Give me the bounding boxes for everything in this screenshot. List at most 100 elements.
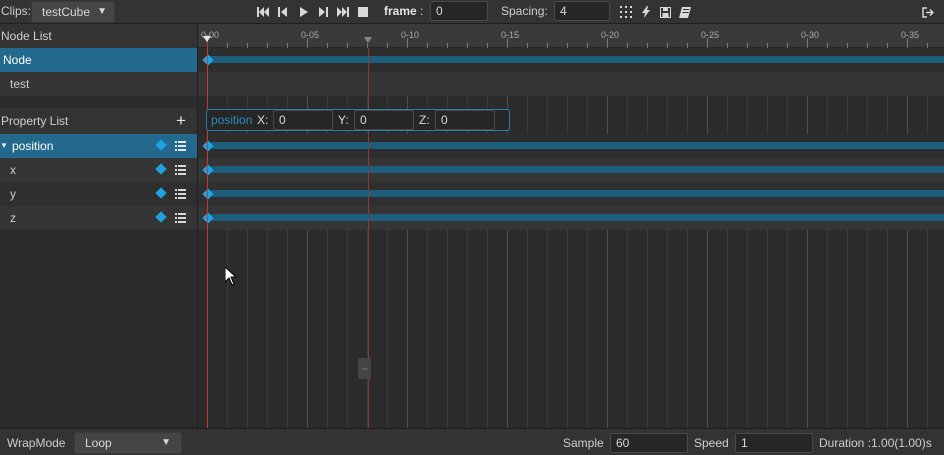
- clip-select[interactable]: testCube ▼: [31, 1, 115, 23]
- property-item-label: z: [10, 211, 16, 225]
- node-item-test[interactable]: test: [0, 72, 197, 96]
- mouse-cursor-icon: [225, 267, 237, 286]
- grid-line: [647, 48, 648, 428]
- wrapmode-value: Loop: [85, 436, 112, 450]
- ruler-tick-label: 0-25: [701, 30, 720, 40]
- floppy-disk-icon: [659, 6, 671, 18]
- y-value-input[interactable]: 0: [354, 110, 414, 130]
- track-y[interactable]: [198, 182, 944, 206]
- book-button[interactable]: [678, 5, 692, 19]
- grid-line: [667, 48, 668, 428]
- keyframe-diamond-icon[interactable]: [155, 163, 167, 175]
- track-bar: [208, 214, 944, 221]
- list-icon[interactable]: [175, 165, 186, 175]
- spacing-label: Spacing:: [501, 4, 548, 18]
- track-test[interactable]: [198, 72, 944, 96]
- grid-line: [427, 48, 428, 428]
- timeline[interactable]: 0-00 0-05 0-10 0-15 0-20 0-25 0-30 0-35 ⇔: [198, 24, 944, 428]
- x-label: X:: [257, 113, 269, 127]
- property-list-title: Property List: [1, 114, 69, 128]
- grid-line: [607, 48, 608, 428]
- grid-line: [847, 48, 848, 428]
- end-marker-handle-icon[interactable]: [364, 37, 372, 43]
- property-item-y[interactable]: y: [0, 182, 197, 206]
- grid-line: [547, 48, 548, 428]
- grid-line: [387, 48, 388, 428]
- grid-line: [887, 48, 888, 428]
- z-value-input[interactable]: 0: [435, 110, 495, 130]
- position-editor-label: position: [211, 113, 253, 127]
- track-bar: [208, 190, 944, 197]
- node-list-spacer: [0, 96, 197, 108]
- timeline-ruler[interactable]: 0-00 0-05 0-10 0-15 0-20 0-25 0-30 0-35: [198, 24, 944, 48]
- playhead-handle-icon[interactable]: [203, 36, 211, 42]
- playhead[interactable]: [207, 42, 208, 428]
- last-frame-button[interactable]: [336, 5, 350, 19]
- ruler-tick-label: 0-30: [801, 30, 820, 40]
- left-panel: Node List Node test Property List + ▼ po…: [0, 24, 197, 428]
- node-item-node[interactable]: Node: [0, 48, 197, 72]
- grid-line: [767, 48, 768, 428]
- grid-line: [507, 48, 508, 428]
- grid-line: [727, 48, 728, 428]
- frame-input[interactable]: 0: [430, 1, 488, 21]
- track-node[interactable]: [198, 48, 944, 72]
- add-property-button[interactable]: +: [176, 108, 186, 134]
- property-item-x[interactable]: x: [0, 158, 197, 182]
- grid-button[interactable]: [619, 5, 633, 19]
- sample-label: Sample: [563, 436, 604, 450]
- exit-button[interactable]: [921, 5, 935, 19]
- chevron-down-icon: ▼: [161, 437, 171, 448]
- ruler-tick-label: 0-05: [301, 30, 320, 40]
- property-item-z[interactable]: z: [0, 206, 197, 230]
- grid-line: [327, 48, 328, 428]
- grid-line: [567, 48, 568, 428]
- x-value-input[interactable]: 0: [273, 110, 333, 130]
- list-icon[interactable]: [175, 141, 186, 151]
- track-z[interactable]: [198, 206, 944, 230]
- first-frame-button[interactable]: [256, 5, 270, 19]
- grid-line: [247, 48, 248, 428]
- skip-end-icon: [337, 7, 349, 17]
- next-frame-button[interactable]: [316, 5, 330, 19]
- wrapmode-label: WrapMode: [7, 436, 66, 450]
- track-x[interactable]: [198, 158, 944, 182]
- chevron-down-icon: ▼: [97, 6, 107, 17]
- save-button[interactable]: [658, 5, 672, 19]
- wrapmode-select[interactable]: Loop ▼: [74, 432, 182, 454]
- ruler-tick-label: 0-10: [401, 30, 420, 40]
- sample-input[interactable]: 60: [610, 433, 688, 453]
- y-label: Y:: [338, 113, 349, 127]
- play-button[interactable]: [296, 5, 310, 19]
- keyframe-diamond-icon[interactable]: [155, 211, 167, 223]
- spacing-input[interactable]: 4: [554, 1, 610, 21]
- node-list-header: Node List: [0, 24, 197, 48]
- stop-button[interactable]: [356, 5, 370, 19]
- node-item-label: test: [10, 77, 30, 91]
- step-forward-icon: [319, 7, 328, 17]
- keyframe-diamond-icon[interactable]: [155, 139, 167, 151]
- keyframe-diamond-icon[interactable]: [155, 187, 167, 199]
- grid-line: [267, 48, 268, 428]
- collapse-triangle-icon[interactable]: ▼: [0, 134, 8, 158]
- track-position[interactable]: [198, 134, 944, 158]
- toolbar: Clips: testCube ▼ frame : 0 Spacing: 4: [0, 0, 944, 24]
- property-item-label: y: [10, 187, 16, 201]
- frame-colon: :: [420, 4, 424, 18]
- speed-input[interactable]: 1: [735, 433, 813, 453]
- property-item-position[interactable]: ▼ position: [0, 134, 197, 158]
- skip-start-icon: [257, 7, 269, 17]
- grid-line: [307, 48, 308, 428]
- event-button[interactable]: [639, 5, 653, 19]
- grid-line: [827, 48, 828, 428]
- list-icon[interactable]: [175, 189, 186, 199]
- grid-line: [927, 48, 928, 428]
- grid-line: [707, 48, 708, 428]
- prev-frame-button[interactable]: [276, 5, 290, 19]
- grid-line: [587, 48, 588, 428]
- list-icon[interactable]: [175, 213, 186, 223]
- resize-handle-icon[interactable]: ⇔: [358, 358, 371, 379]
- frame-label: frame: [384, 4, 417, 18]
- lightning-icon: [642, 6, 650, 18]
- grid-line: [687, 48, 688, 428]
